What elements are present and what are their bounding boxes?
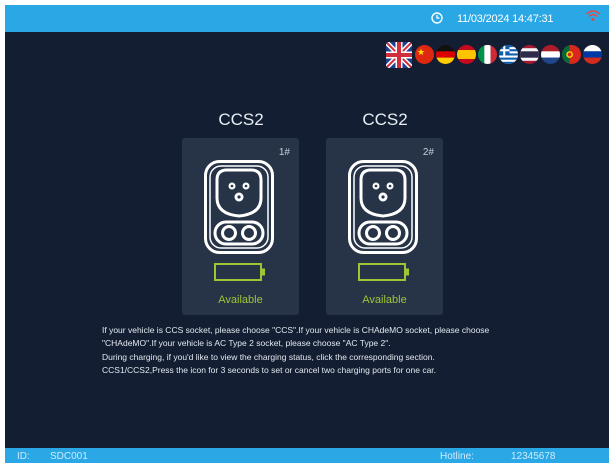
instructions-line: If your vehicle is CCS socket, please ch… [102, 325, 490, 335]
connector-1-card[interactable]: 1# Available [182, 138, 299, 315]
flag-germany[interactable] [436, 45, 455, 64]
flag-china[interactable] [415, 45, 434, 64]
flag-greece[interactable] [499, 45, 518, 64]
instructions-line: During charging, if you'd like to view t… [102, 351, 435, 362]
wifi-icon [586, 10, 600, 21]
flag-russia[interactable] [583, 45, 602, 64]
hotline-number: 12345678 [511, 451, 556, 462]
connector-1-title: CCS2 [218, 110, 264, 129]
instructions-line: CCS1/CCS2,Press the icon for 3 seconds t… [102, 364, 437, 375]
instructions-line: "CHAdeMO".If your vehicle is AC Type 2 s… [102, 338, 391, 349]
flag-uk[interactable] [386, 42, 412, 68]
flag-italy[interactable] [478, 45, 497, 64]
id-label: ID: [17, 451, 30, 462]
connector-1-status: Available [218, 294, 263, 306]
footer-bar: ID: SDC001 Hotline: 12345678 [5, 448, 609, 463]
battery-icon [214, 263, 265, 281]
status-bar: 11/03/2024 14:47:31 [5, 5, 609, 32]
flag-portugal[interactable] [562, 45, 581, 64]
datetime: 11/03/2024 14:47:31 [457, 13, 554, 25]
flag-spain[interactable] [457, 45, 476, 64]
hotline-label: Hotline: [440, 451, 474, 462]
station-id: SDC001 [50, 451, 88, 462]
clock-icon [431, 12, 443, 24]
connector-1-number: 1# [278, 147, 290, 158]
connector-2-card[interactable]: 2# Available [326, 138, 443, 315]
connector-2-status: Available [362, 294, 407, 306]
battery-icon [358, 263, 409, 281]
ccs2-socket-icon [348, 160, 418, 254]
connector-2-number: 2# [422, 147, 434, 158]
instructions: If your vehicle is CCS socket, please ch… [102, 324, 572, 377]
connector-2-title: CCS2 [362, 110, 408, 129]
flag-netherlands[interactable] [541, 45, 560, 64]
ccs2-socket-icon [204, 160, 274, 254]
charger-screen: 11/03/2024 14:47:31 CCS2 1# Available CC… [5, 5, 609, 463]
flag-thailand[interactable] [520, 45, 539, 64]
